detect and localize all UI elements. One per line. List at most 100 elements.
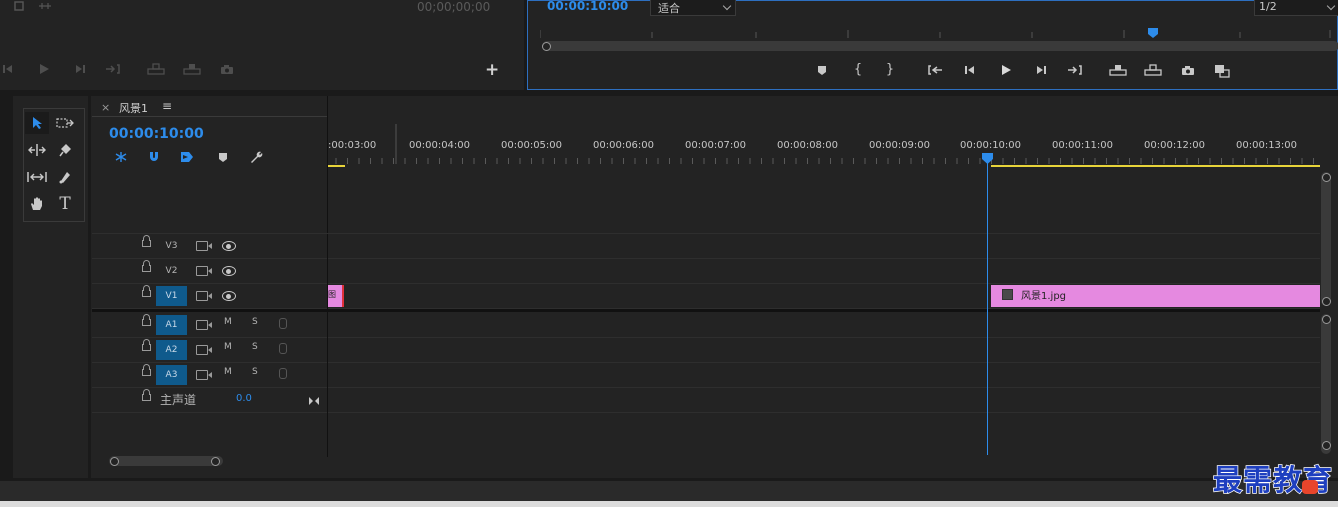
camera-icon[interactable]	[1179, 63, 1197, 77]
track-name[interactable]: V1	[156, 286, 187, 306]
step-forward-icon[interactable]	[72, 62, 88, 76]
microphone-icon[interactable]	[279, 318, 287, 329]
step-back-icon[interactable]	[962, 63, 978, 77]
sync-lock-film-icon[interactable]	[196, 266, 212, 276]
track-name[interactable]: V2	[156, 261, 187, 281]
expand-icon[interactable]	[308, 391, 320, 410]
zoom-scrollbar[interactable]	[109, 456, 223, 466]
track-lane-master[interactable]	[328, 388, 1320, 413]
audio-scroll-handle-bottom[interactable]	[1322, 441, 1331, 450]
track-header-v2[interactable]: V2	[92, 259, 327, 284]
track-header-v3[interactable]: V3	[92, 234, 327, 259]
track-name[interactable]: A2	[156, 340, 187, 360]
audio-scrollbar[interactable]	[1321, 314, 1331, 454]
lock-icon[interactable]	[142, 235, 151, 247]
eye-icon[interactable]	[222, 266, 236, 276]
selection-tool-icon[interactable]	[25, 112, 49, 134]
mute-button[interactable]: M	[224, 317, 232, 327]
extract-icon[interactable]	[1143, 63, 1163, 77]
track-lane-a3[interactable]	[328, 363, 1320, 388]
settings-icon[interactable]	[12, 0, 26, 12]
track-lane-v3[interactable]	[328, 234, 1320, 259]
track-name[interactable]: A1	[156, 315, 187, 335]
fit-dropdown[interactable]: 适合	[650, 0, 736, 16]
lock-icon[interactable]	[142, 339, 151, 351]
track-header-master[interactable]: 主声道 0.0	[92, 388, 327, 413]
source-timecode[interactable]: 00;00;00;00	[417, 0, 490, 14]
sync-lock-film-icon[interactable]	[196, 291, 212, 301]
pen-tool-icon[interactable]	[53, 166, 77, 188]
track-name[interactable]: V3	[156, 236, 187, 256]
track-header-v1[interactable]: V1	[92, 284, 327, 309]
video-scroll-handle-bottom[interactable]	[1322, 297, 1331, 306]
track-lane-v2[interactable]	[328, 259, 1320, 284]
lock-icon[interactable]	[142, 260, 151, 272]
clip-landscape[interactable]: 风景1.jpg	[991, 285, 1320, 307]
program-mini-ruler[interactable]	[540, 26, 1338, 40]
razor-tool-icon[interactable]	[53, 139, 77, 161]
video-audio-divider[interactable]	[92, 309, 1320, 312]
solo-button[interactable]: S	[252, 367, 258, 377]
ripple-edit-tool-icon[interactable]	[25, 139, 49, 161]
tab-close-icon[interactable]: ×	[101, 101, 110, 114]
eye-icon[interactable]	[222, 291, 236, 301]
microphone-icon[interactable]	[279, 368, 287, 379]
overwrite-icon[interactable]	[182, 62, 202, 76]
slip-tool-icon[interactable]	[25, 166, 49, 188]
step-back-icon[interactable]	[0, 62, 16, 76]
track-name[interactable]: A3	[156, 365, 187, 385]
timeline-timecode[interactable]: 00:00:10:00	[109, 126, 204, 142]
audio-scroll-handle-top[interactable]	[1322, 315, 1331, 324]
go-to-out-icon[interactable]	[1066, 63, 1084, 77]
microphone-icon[interactable]	[279, 343, 287, 354]
sync-lock-film-icon[interactable]	[196, 241, 212, 251]
program-timecode[interactable]: 00:00:10:00	[547, 0, 628, 13]
video-scrollbar[interactable]	[1321, 172, 1331, 306]
sync-lock-film-icon[interactable]	[196, 345, 212, 355]
sequence-tab-title[interactable]: 风景1	[119, 100, 148, 116]
solo-button[interactable]: S	[252, 317, 258, 327]
snap-magnet-icon[interactable]	[146, 150, 162, 164]
playhead-line[interactable]	[987, 159, 988, 455]
hand-tool-icon[interactable]	[25, 193, 49, 215]
track-header-a3[interactable]: A3 M S	[92, 363, 327, 388]
insert-edit-icon[interactable]	[36, 0, 54, 12]
panel-menu-icon[interactable]: ≡	[162, 99, 172, 113]
add-marker-icon[interactable]	[215, 150, 231, 164]
track-lane-a2[interactable]	[328, 338, 1320, 363]
type-tool-icon[interactable]: T	[53, 193, 77, 215]
clip-left[interactable]: 图	[328, 285, 344, 307]
resolution-dropdown[interactable]: 1/2	[1254, 0, 1338, 16]
lock-icon[interactable]	[142, 314, 151, 326]
program-scroll-track[interactable]	[542, 41, 1338, 51]
eye-icon[interactable]	[222, 241, 236, 251]
linked-selection-icon[interactable]	[179, 150, 195, 164]
lock-icon[interactable]	[142, 285, 151, 297]
wrench-icon[interactable]	[248, 149, 264, 165]
video-scroll-handle-top[interactable]	[1322, 173, 1331, 182]
lock-icon[interactable]	[142, 364, 151, 376]
mute-button[interactable]: M	[224, 367, 232, 377]
go-to-in-icon[interactable]	[926, 63, 944, 77]
insert-icon[interactable]	[146, 62, 166, 76]
track-lane-a1[interactable]	[328, 313, 1320, 338]
mute-button[interactable]: M	[224, 342, 232, 352]
sync-lock-film-icon[interactable]	[196, 320, 212, 330]
program-scroll-handle[interactable]	[542, 42, 551, 51]
camera-icon[interactable]	[218, 62, 236, 76]
go-to-out-icon[interactable]	[104, 62, 122, 76]
track-select-tool-icon[interactable]	[53, 112, 77, 134]
track-header-a1[interactable]: A1 M S	[92, 313, 327, 338]
compare-view-icon[interactable]	[1212, 63, 1232, 79]
play-icon[interactable]	[36, 62, 52, 76]
mark-in-icon[interactable]: {	[850, 61, 866, 77]
program-playhead-icon[interactable]	[1147, 27, 1159, 39]
add-button-icon[interactable]: +	[485, 60, 499, 80]
step-forward-icon[interactable]	[1033, 63, 1049, 77]
track-header-a2[interactable]: A2 M S	[92, 338, 327, 363]
master-volume-value[interactable]: 0.0	[236, 393, 252, 404]
play-icon[interactable]	[998, 63, 1014, 77]
zoom-handle-left[interactable]	[110, 457, 119, 466]
nest-sequence-icon[interactable]	[113, 150, 129, 164]
solo-button[interactable]: S	[252, 342, 258, 352]
